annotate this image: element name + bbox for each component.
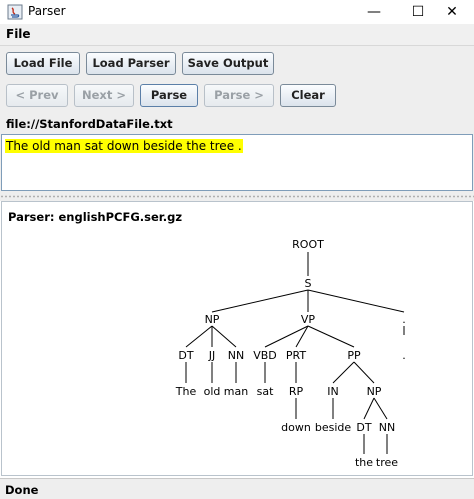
leaf-the2: the (355, 456, 373, 469)
status-text: Done (5, 483, 39, 497)
highlighted-sentence: The old man sat down beside the tree . (5, 139, 243, 153)
node-dt2: DT (356, 421, 371, 434)
leaf-sat: sat (257, 385, 274, 398)
leaf-down: down (281, 421, 311, 434)
splitter-grip (0, 195, 474, 198)
split-pane-divider[interactable] (0, 193, 474, 201)
parse-tree-panel: Parser: englishPCFG.ser.gz ROOT S NP VP … (1, 201, 473, 476)
window-title: Parser (28, 4, 66, 18)
edge-pp-np (353, 361, 375, 384)
file-path-label: file://StanfordDataFile.txt (6, 117, 173, 131)
edge-np-nn (211, 325, 237, 348)
next-button[interactable]: Next > (74, 84, 134, 107)
node-prt: PRT (286, 349, 306, 362)
edge-np-nn2 (373, 397, 388, 420)
edge-s-np (211, 289, 309, 313)
node-punct-tag: . (402, 313, 406, 326)
leaf-old: old (204, 385, 221, 398)
load-file-button[interactable]: Load File (6, 52, 80, 75)
leaf-man: man (224, 385, 248, 398)
node-vbd: VBD (253, 349, 277, 362)
java-app-icon (7, 4, 23, 20)
menu-bar: File (0, 24, 474, 46)
node-dt: DT (178, 349, 193, 362)
minimize-button[interactable]: — (352, 0, 396, 24)
save-output-button[interactable]: Save Output (182, 52, 274, 75)
edge-pp-in (332, 361, 355, 384)
node-vp: VP (301, 313, 316, 326)
load-parser-button[interactable]: Load Parser (86, 52, 176, 75)
node-nn: NN (228, 349, 244, 362)
node-nn2: NN (379, 421, 395, 434)
node-punct-word: . (402, 349, 406, 362)
node-np2: NP (367, 385, 382, 398)
leaf-beside: beside (315, 421, 352, 434)
edge-s-punct (307, 289, 405, 313)
prev-button[interactable]: < Prev (6, 84, 68, 107)
leaf-tree: tree (376, 456, 398, 469)
leaf-the: The (175, 385, 197, 398)
node-root: ROOT (292, 238, 324, 251)
parse-next-button[interactable]: Parse > (204, 84, 274, 107)
edge-np-dt2 (363, 397, 375, 420)
edge-vp-pp (307, 325, 355, 348)
close-button[interactable]: ✕ (430, 0, 474, 24)
node-s: S (305, 277, 312, 290)
sentence-text-area[interactable]: The old man sat down beside the tree . (1, 134, 473, 191)
parse-button[interactable]: Parse (140, 84, 198, 107)
node-np: NP (205, 313, 220, 326)
clear-button[interactable]: Clear (280, 84, 336, 107)
title-bar: Parser — ☐ ✕ (0, 0, 474, 24)
node-in: IN (327, 385, 338, 398)
menu-file[interactable]: File (6, 27, 31, 41)
edge-np-dt (185, 325, 213, 348)
parse-tree: ROOT S NP VP . DT JJ NN VBD PRT PP . The… (175, 238, 406, 469)
node-jj: JJ (208, 349, 216, 362)
status-bar: Done (0, 478, 474, 499)
node-rp: RP (289, 385, 304, 398)
node-pp: PP (347, 349, 361, 362)
